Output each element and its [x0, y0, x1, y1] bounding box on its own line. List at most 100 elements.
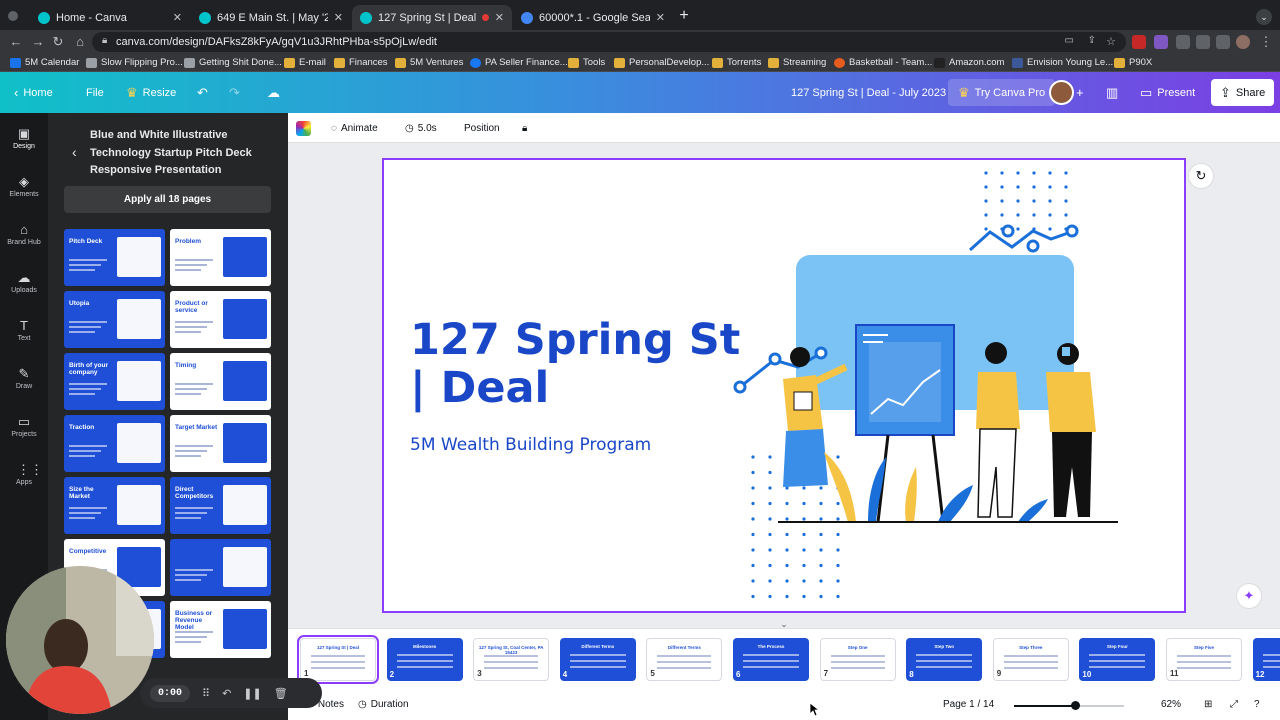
- close-tab-icon[interactable]: ✕: [495, 11, 504, 24]
- trash-icon[interactable]: 🗑︎: [274, 687, 288, 700]
- undo-button[interactable]: ↶: [197, 72, 208, 113]
- template-page-thumbnail[interactable]: Utopia: [64, 291, 165, 348]
- page-thumbnail[interactable]: Step Two 8: [906, 638, 983, 681]
- magic-assist-icon[interactable]: ✦: [1236, 583, 1262, 609]
- page-thumbnail[interactable]: Step Five 11: [1166, 638, 1242, 681]
- close-tab-icon[interactable]: ✕: [656, 11, 665, 24]
- browser-tab[interactable]: 60000*.1 - Google Search ✕: [513, 5, 673, 30]
- template-page-thumbnail[interactable]: [170, 539, 271, 596]
- bookmark-item[interactable]: E-mail: [284, 57, 326, 68]
- bookmark-star-icon[interactable]: ☆: [1106, 35, 1116, 48]
- template-page-thumbnail[interactable]: Problem: [170, 229, 271, 286]
- page-thumbnail[interactable]: Different Terms 4: [559, 638, 636, 681]
- new-tab-button[interactable]: +: [676, 8, 692, 25]
- analytics-button[interactable]: ▥: [1106, 72, 1118, 113]
- share-page-icon[interactable]: ⇪: [1088, 35, 1096, 46]
- tab-search-icon[interactable]: ⌄: [1256, 9, 1272, 25]
- duration-button[interactable]: ◷ 5.0s: [405, 113, 437, 143]
- refresh-icon[interactable]: ↻: [1188, 163, 1214, 189]
- extension-icon[interactable]: [1176, 35, 1190, 49]
- bookmark-item[interactable]: Streaming: [768, 57, 826, 68]
- share-button[interactable]: ⇪ Share: [1211, 79, 1275, 106]
- color-picker-button[interactable]: [296, 113, 311, 143]
- page-thumbnail[interactable]: 127 Spring St, Coal Center, PA 15423 3: [473, 638, 550, 681]
- rail-item-apps[interactable]: ⋮⋮ Apps: [0, 459, 48, 503]
- presentation-illustration[interactable]: [728, 167, 1178, 607]
- bookmark-item[interactable]: P90X: [1114, 57, 1152, 68]
- rail-item-design[interactable]: ▣ Design: [0, 123, 48, 167]
- home-button[interactable]: ‹ Home: [14, 72, 53, 113]
- back-arrow-icon[interactable]: ←: [8, 34, 24, 50]
- extension-icon[interactable]: [1154, 35, 1168, 49]
- grid-icon[interactable]: ⠿: [202, 687, 210, 700]
- template-page-thumbnail[interactable]: Pitch Deck: [64, 229, 165, 286]
- template-page-thumbnail[interactable]: Size the Market: [64, 477, 165, 534]
- template-page-thumbnail[interactable]: Timing: [170, 353, 271, 410]
- restart-icon[interactable]: ↶: [222, 687, 231, 700]
- resize-button[interactable]: ♛ Resize: [126, 72, 176, 113]
- template-page-thumbnail[interactable]: Product or service: [170, 291, 271, 348]
- bookmark-item[interactable]: Slow Flipping Pro...: [86, 57, 183, 68]
- rail-item-brand-hub[interactable]: ⌂ Brand Hub: [0, 219, 48, 263]
- camera-icon[interactable]: ▭: [1065, 35, 1074, 46]
- bookmark-item[interactable]: PersonalDevelop...: [614, 57, 709, 68]
- page-thumbnail[interactable]: Different Terms 5: [646, 638, 723, 681]
- slide-subtitle[interactable]: 5M Wealth Building Program: [410, 435, 651, 455]
- browser-tab[interactable]: Home - Canva ✕: [30, 5, 190, 30]
- rail-item-uploads[interactable]: ☁ Uploads: [0, 267, 48, 311]
- page-thumbnail[interactable]: The Process 6: [733, 638, 809, 681]
- close-tab-icon[interactable]: ✕: [334, 11, 343, 24]
- bookmark-item[interactable]: Tools: [568, 57, 605, 68]
- close-window-button[interactable]: [8, 11, 18, 21]
- rail-item-elements[interactable]: ◈ Elements: [0, 171, 48, 215]
- apply-all-pages-button[interactable]: Apply all 18 pages: [64, 186, 271, 213]
- home-icon[interactable]: ⌂: [72, 34, 88, 50]
- page-thumbnail[interactable]: 127 Spring St | Deal 1: [297, 635, 379, 684]
- template-page-thumbnail[interactable]: Business or Revenue Model: [170, 601, 271, 658]
- bookmark-item[interactable]: Torrents: [712, 57, 761, 68]
- position-button[interactable]: Position: [464, 113, 500, 143]
- pause-icon[interactable]: ❚❚: [243, 687, 261, 700]
- bookmark-item[interactable]: Amazon.com: [934, 57, 1004, 68]
- lock-button[interactable]: 🔒︎: [522, 113, 527, 143]
- webcam-overlay[interactable]: [6, 566, 154, 714]
- rail-item-projects[interactable]: ▭ Projects: [0, 411, 48, 455]
- page-indicator[interactable]: Page 1 / 14: [943, 688, 994, 720]
- bookmark-item[interactable]: PA Seller Finance...: [470, 57, 568, 68]
- redo-button[interactable]: ↷: [229, 72, 240, 113]
- grid-view-button[interactable]: ⊞: [1204, 688, 1212, 720]
- zoom-slider-handle[interactable]: [1070, 701, 1080, 710]
- document-title[interactable]: 127 Spring St | Deal - July 2023: [791, 72, 946, 113]
- puzzle-icon[interactable]: [1216, 35, 1230, 49]
- chevron-left-icon[interactable]: ‹: [72, 144, 77, 160]
- rail-item-text[interactable]: T Text: [0, 315, 48, 359]
- close-tab-icon[interactable]: ✕: [173, 11, 182, 24]
- reload-icon[interactable]: ↻: [50, 34, 66, 50]
- animate-button[interactable]: ◌ Animate: [331, 113, 378, 143]
- page-thumbnail[interactable]: 12: [1252, 638, 1280, 681]
- template-page-thumbnail[interactable]: Traction: [64, 415, 165, 472]
- slide-title[interactable]: 127 Spring St | Deal: [410, 316, 750, 412]
- profile-avatar[interactable]: [1236, 35, 1250, 49]
- rail-item-draw[interactable]: ✎ Draw: [0, 363, 48, 407]
- browser-menu-icon[interactable]: ⋮: [1258, 34, 1274, 50]
- forward-arrow-icon[interactable]: →: [30, 34, 46, 50]
- bookmark-item[interactable]: 5M Calendar: [10, 57, 79, 68]
- page-thumbnail[interactable]: Milestones 2: [386, 638, 463, 681]
- extension-icon[interactable]: [1196, 35, 1210, 49]
- slide-canvas[interactable]: 127 Spring St | Deal 5M Wealth Building …: [382, 158, 1186, 613]
- bookmark-item[interactable]: Basketball - Team...: [834, 57, 932, 68]
- bookmark-item[interactable]: Getting Shit Done...: [184, 57, 282, 68]
- page-thumbnail[interactable]: Step Three 9: [992, 638, 1069, 681]
- page-thumbnail[interactable]: Step One 7: [819, 638, 896, 681]
- present-button[interactable]: ▭ Present: [1140, 72, 1195, 113]
- fullscreen-button[interactable]: ⤢: [1230, 688, 1238, 720]
- page-thumbnail[interactable]: Step Four 10: [1079, 638, 1156, 681]
- try-canva-pro-button[interactable]: ♛ Try Canva Pro: [948, 79, 1056, 106]
- bookmark-item[interactable]: Finances: [334, 57, 388, 68]
- help-button[interactable]: ?: [1254, 688, 1260, 720]
- duration-toggle-button[interactable]: ◷ Duration: [358, 688, 409, 720]
- add-collaborator-button[interactable]: +: [1076, 72, 1084, 113]
- bookmark-item[interactable]: 5M Ventures: [395, 57, 463, 68]
- user-avatar[interactable]: [1049, 80, 1074, 105]
